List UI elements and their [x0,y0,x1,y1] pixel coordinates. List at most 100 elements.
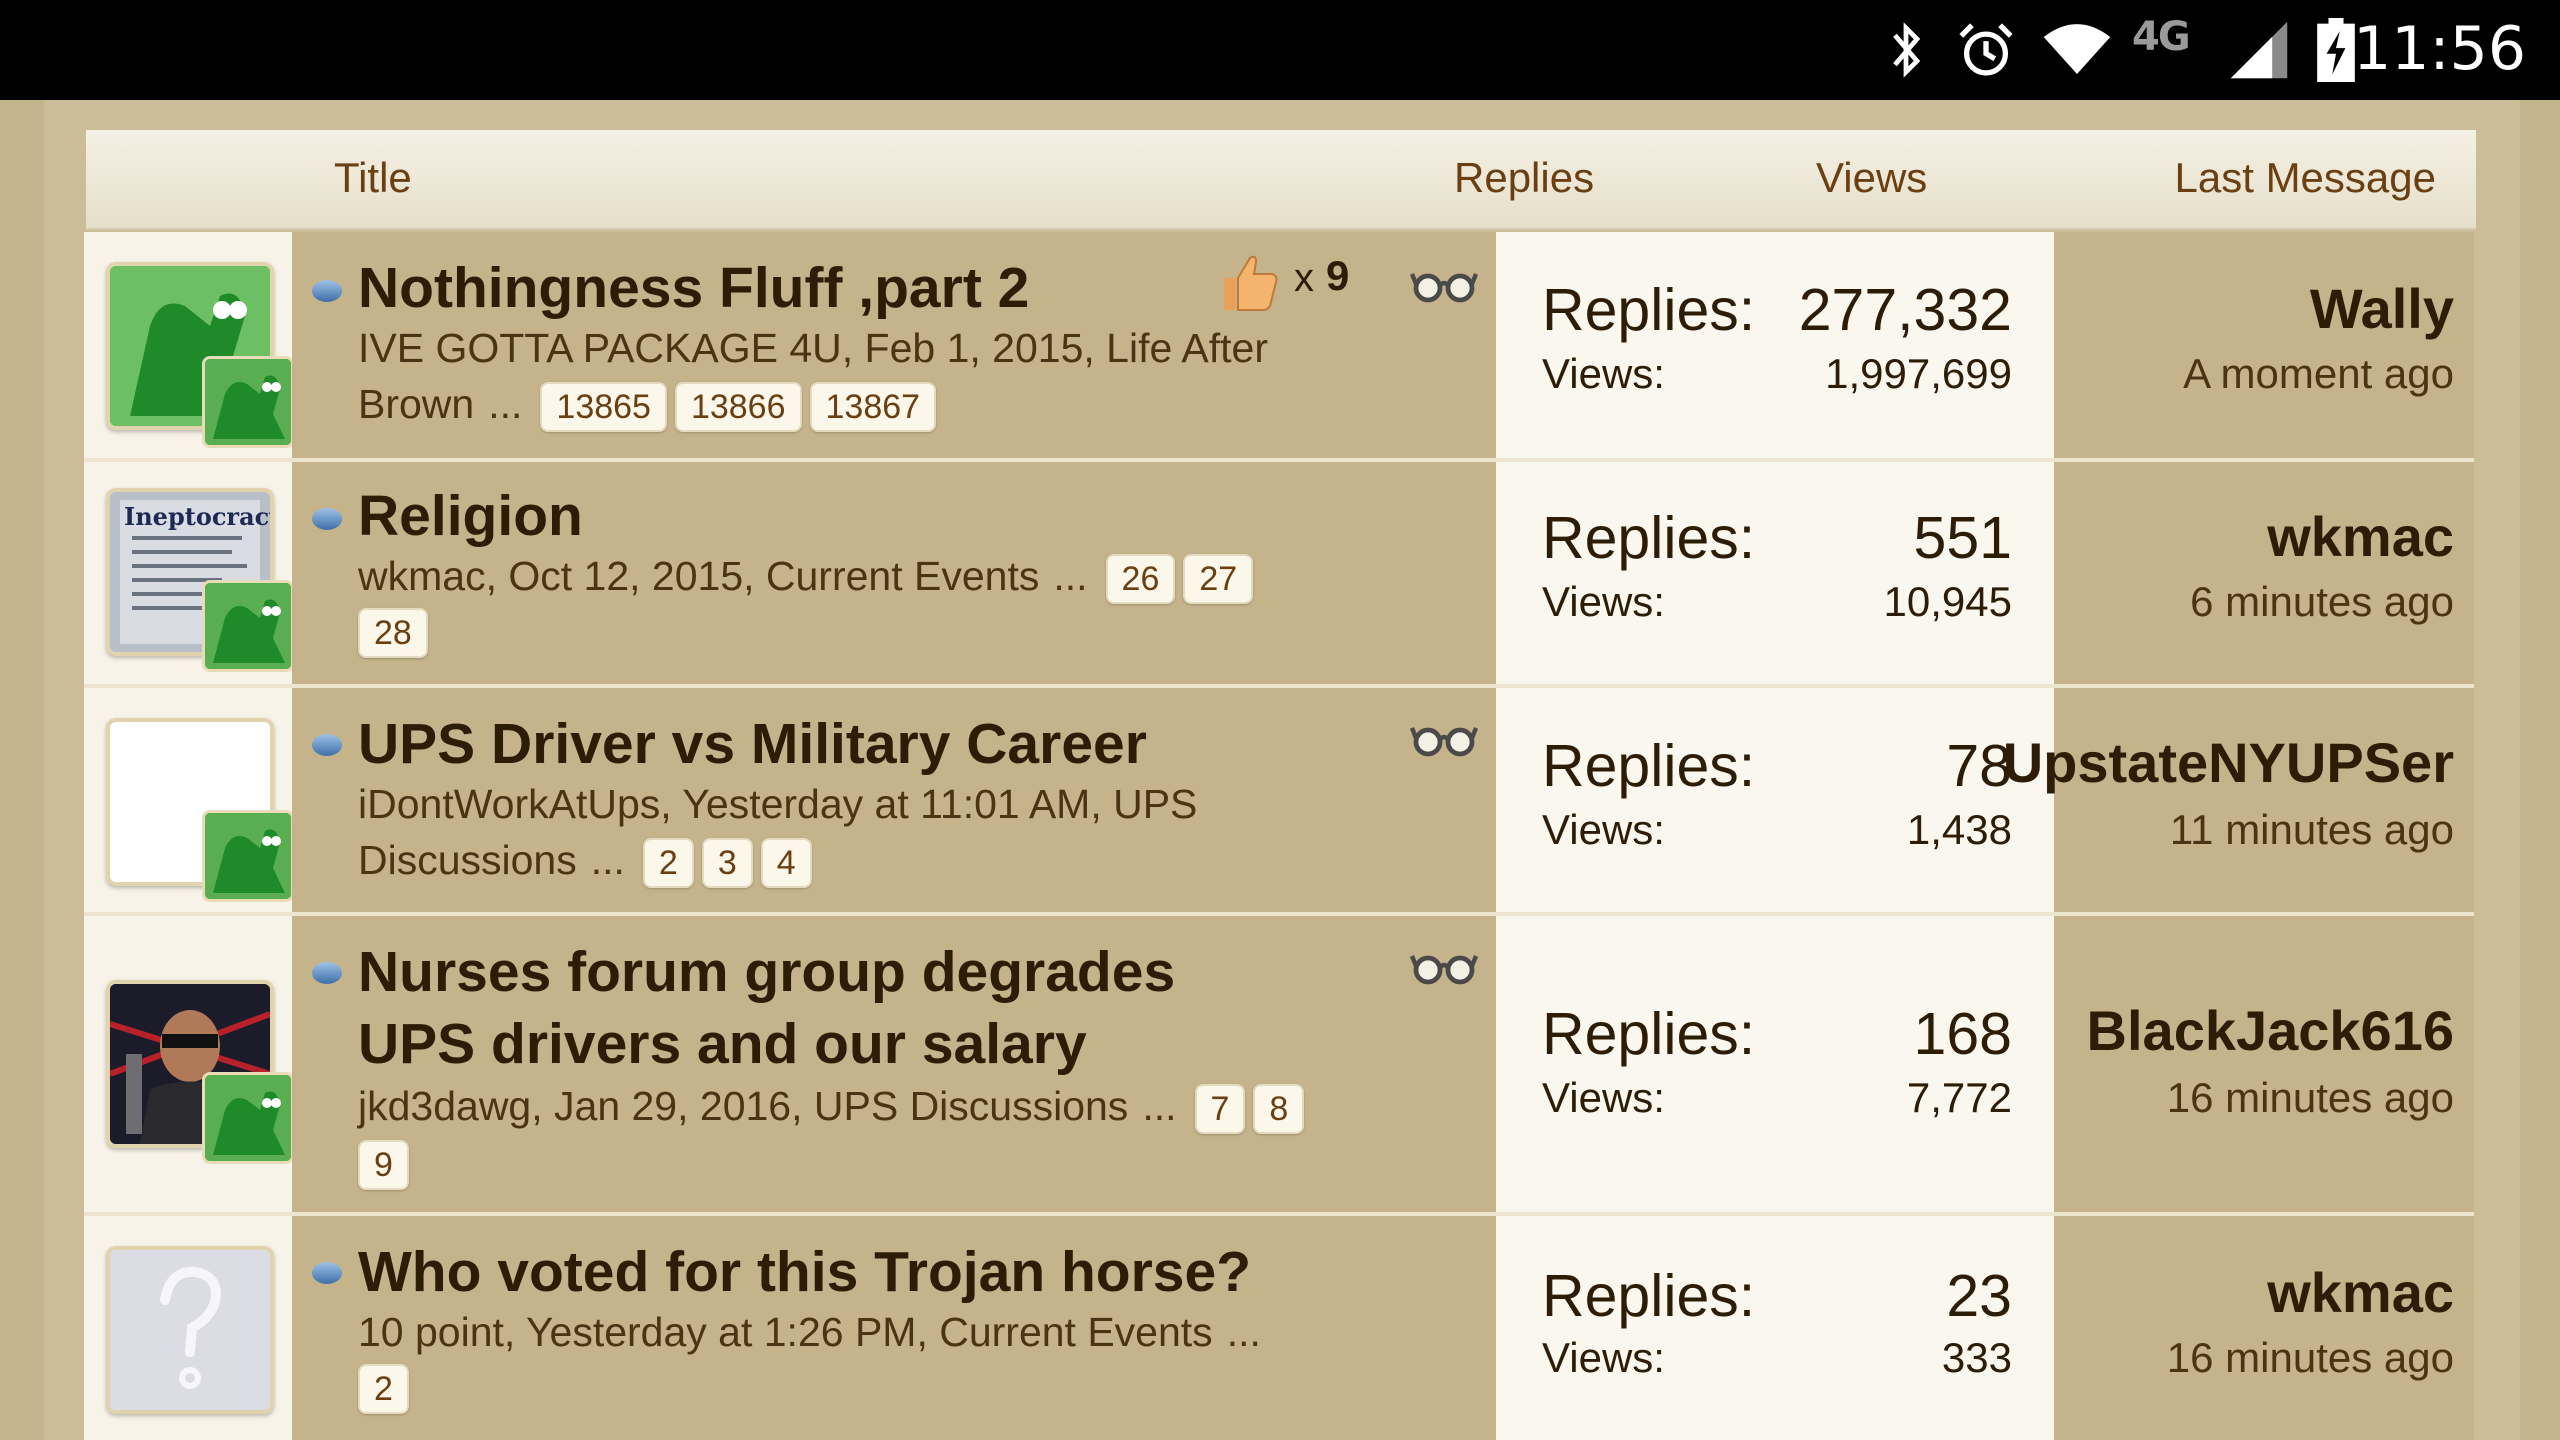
last-poster-name[interactable]: wkmac [2267,504,2454,569]
replies-label: Replies: [1542,1001,1756,1067]
last-poster-avatar[interactable] [202,1072,294,1164]
thread-main-cell: Nothingness Fluff ,part 2 x 9 IVE GOTTA … [292,232,1496,458]
last-poster-avatar[interactable] [202,580,294,672]
last-post-time[interactable]: 11 minutes ago [2170,806,2454,854]
thread-main-cell: Nurses forum group degrades UPS drivers … [292,916,1496,1212]
page-link-4[interactable]: 4 [760,838,812,889]
forum-name: Brown [358,381,475,427]
gumby-small-image [205,583,291,669]
thread-pages-line2: 2 [350,1358,409,1415]
last-message-cell: wkmac 16 minutes ago [2054,1216,2474,1440]
thread-row[interactable]: Ineptocracy Religion wkmac, Oct 12, 2015… [84,462,2474,684]
views-count: 1,438 [1906,806,2012,853]
page-link-3[interactable]: 3 [701,838,753,889]
last-post-time[interactable]: A moment ago [2183,350,2454,398]
thread-row[interactable]: UPS Driver vs Military Career iDontWorkA… [84,688,2474,912]
glasses-icon [1410,727,1478,757]
last-post-time[interactable]: 16 minutes ago [2167,1074,2454,1122]
last-poster-name[interactable]: BlackJack616 [2087,998,2454,1063]
thread-meta-text: jkd3dawg, Jan 29, 2016, UPS Discussions [358,1083,1129,1129]
last-message-cell: wkmac 6 minutes ago [2054,462,2474,684]
thread-main-cell: Who voted for this Trojan horse? 10 poin… [292,1216,1496,1440]
last-poster-avatar[interactable] [202,810,294,902]
avatar-caption: Ineptocracy [124,502,274,531]
page-link-9[interactable]: 9 [358,1140,409,1191]
last-post-time[interactable]: 6 minutes ago [2190,578,2454,626]
avatar-cell [84,916,294,1212]
header-replies[interactable]: Replies [1454,154,1594,202]
thread-list-header: Title Replies Views Last Message [86,130,2476,230]
last-poster-avatar[interactable] [202,356,294,448]
page-link-26[interactable]: 26 [1105,554,1176,605]
stats-cell: Replies: 277,332 Views: 1,997,699 [1496,232,2054,458]
page-link-13865[interactable]: 13865 [540,382,667,433]
thread-meta-line2: Brown... 13865 13866 13867 [358,376,937,433]
thread-title[interactable]: Who voted for this Trojan horse? [358,1236,1251,1308]
unread-bullet-icon [312,1262,342,1284]
thread-meta: wkmac, Oct 12, 2015, Current Events... 26… [358,548,1254,605]
views-label: Views: [1542,350,1665,397]
avatar-cell [84,688,294,912]
thread-title-line2[interactable]: UPS drivers and our salary [358,1008,1087,1080]
thread-meta-text: wkmac, Oct 12, 2015, Current Events [358,553,1040,599]
alarm-icon [1959,23,2013,76]
page-link-13867[interactable]: 13867 [809,382,937,433]
page-link-7[interactable]: 7 [1194,1084,1246,1135]
views-label: Views: [1542,1074,1665,1121]
stats-cell: Replies: 168 Views: 7,772 [1496,916,2054,1212]
unread-bullet-icon [312,280,342,302]
clock: 11:56 [2353,14,2526,84]
header-views[interactable]: Views [1816,154,1927,202]
likes-count: 9 [1326,252,1350,299]
glasses-icon [1410,273,1478,303]
views-count: 1,997,699 [1825,350,2012,397]
views-count: 10,945 [1883,578,2012,625]
header-title[interactable]: Title [334,154,412,202]
thumbs-up-icon [1224,255,1278,311]
gumby-small-image [205,359,291,445]
replies-count: 168 [1913,1001,2012,1067]
thread-pages-line2: 9 [350,1134,409,1191]
last-poster-name[interactable]: UpstateNYUPSer [2003,730,2454,795]
header-last-message[interactable]: Last Message [2175,154,2436,202]
page-link-2[interactable]: 2 [358,1364,409,1415]
thread-title[interactable]: Nurses forum group degrades [358,936,1175,1008]
forum-name: Discussions [358,837,577,883]
avatar-cell [84,1216,292,1440]
replies-label: Replies: [1542,505,1756,571]
thread-meta: IVE GOTTA PACKAGE 4U, Feb 1, 2015, Life … [358,325,1268,371]
views-label: Views: [1542,806,1665,853]
thread-meta-line2: Discussions... 2 3 4 [358,832,812,889]
avatar[interactable] [106,1246,274,1414]
thread-title[interactable]: Nothingness Fluff ,part 2 [358,252,1029,324]
thread-title[interactable]: UPS Driver vs Military Career [358,708,1147,780]
thread-row[interactable]: Nothingness Fluff ,part 2 x 9 IVE GOTTA … [84,232,2474,458]
last-poster-name[interactable]: wkmac [2267,1260,2454,1325]
thread-row[interactable]: Nurses forum group degrades UPS drivers … [84,916,2474,1212]
views-count: 333 [1941,1334,2012,1381]
page-link-28[interactable]: 28 [358,608,428,659]
page-link-2[interactable]: 2 [642,838,694,889]
thread-meta: jkd3dawg, Jan 29, 2016, UPS Discussions.… [358,1078,1305,1135]
pages-ellipsis: ... [590,837,625,883]
thread-title[interactable]: Religion [358,480,583,552]
default-avatar-question-icon [110,1250,270,1410]
replies-label: Replies: [1542,733,1756,799]
pages-ellipsis: ... [1053,553,1088,599]
unread-bullet-icon [312,734,342,756]
gumby-small-image [205,1075,291,1161]
unread-bullet-icon [312,962,342,984]
last-post-time[interactable]: 16 minutes ago [2167,1334,2454,1382]
last-message-cell: Wally A moment ago [2054,232,2474,458]
replies-label: Replies: [1542,1263,1756,1329]
thread-row[interactable]: Who voted for this Trojan horse? 10 poin… [84,1216,2474,1440]
unread-bullet-icon [312,508,342,530]
page-link-8[interactable]: 8 [1253,1084,1305,1135]
avatar-cell [84,232,294,458]
page-link-27[interactable]: 27 [1183,554,1254,605]
bluetooth-icon [1893,22,1921,78]
last-poster-name[interactable]: Wally [2310,276,2454,341]
replies-count: 551 [1913,505,2012,571]
last-message-cell: BlackJack616 16 minutes ago [2054,916,2474,1212]
page-link-13866[interactable]: 13866 [674,382,802,433]
